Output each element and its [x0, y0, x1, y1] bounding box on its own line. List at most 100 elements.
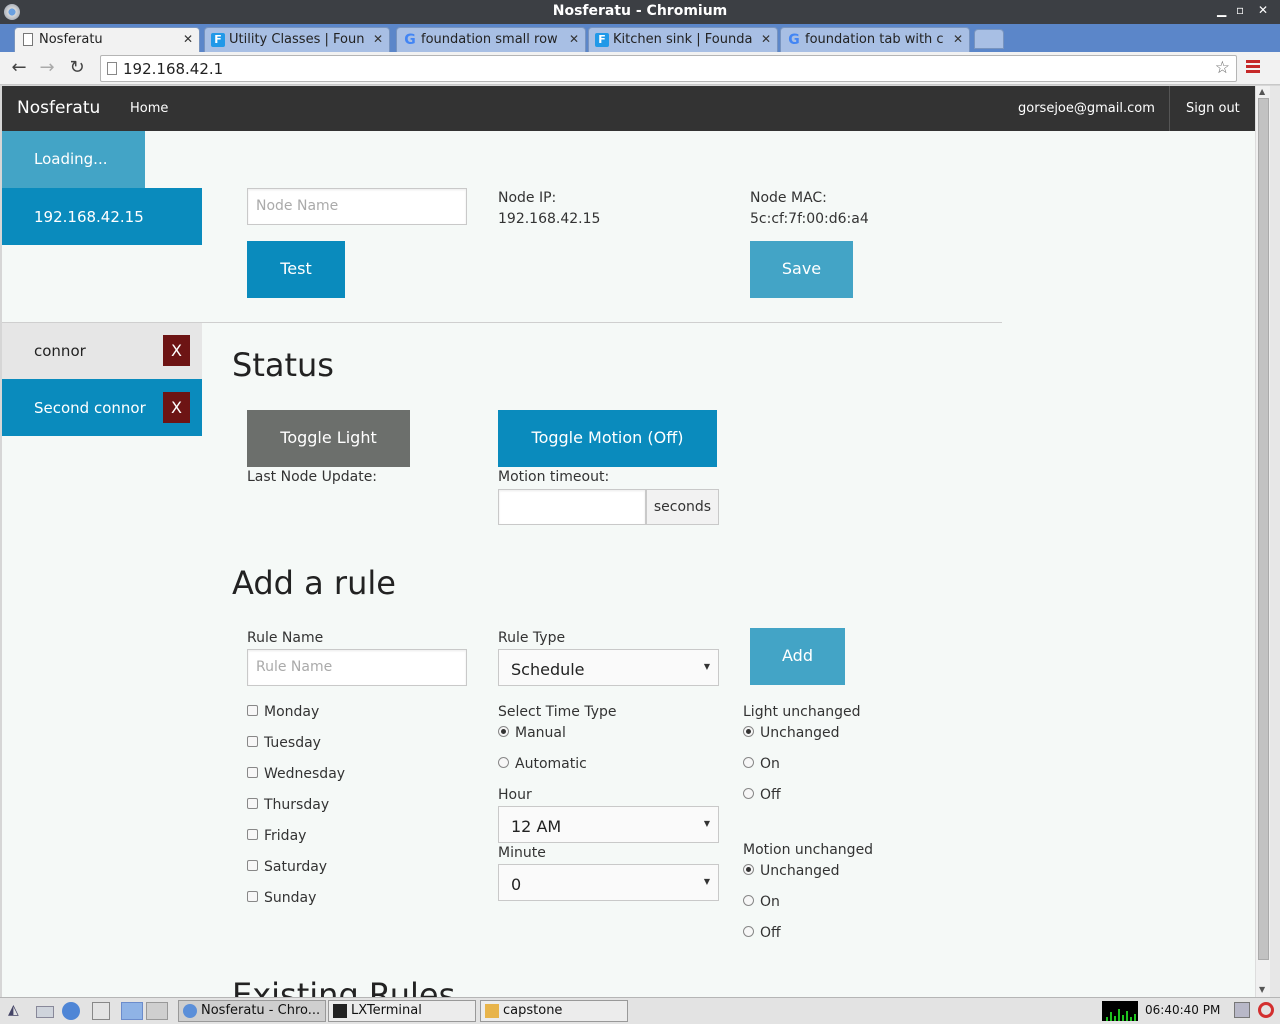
maximize-icon[interactable]: ▫ [1236, 3, 1244, 17]
sidebar-item-node[interactable]: 192.168.42.15 [2, 188, 202, 245]
tab-kitchen-sink[interactable]: F Kitchen sink | Founda ✕ [588, 27, 778, 52]
radio-light-off[interactable] [743, 788, 754, 799]
node-mac-value: 5c:cf:7f:00:d6:a4 [750, 211, 869, 227]
browser-launcher-icon[interactable] [62, 1002, 80, 1020]
tab-utility-classes[interactable]: F Utility Classes | Foun ✕ [204, 27, 390, 52]
sign-out-link[interactable]: Sign out [1186, 101, 1240, 116]
rule-type-select[interactable]: Schedule ▼ [498, 649, 719, 686]
checkbox-friday[interactable] [247, 829, 258, 840]
minimize-icon[interactable]: ▁ [1217, 3, 1226, 17]
close-tab-icon[interactable]: ✕ [183, 32, 193, 46]
close-window-icon[interactable]: ✕ [1258, 3, 1268, 17]
vertical-scrollbar[interactable]: ▲ ▼ [1255, 86, 1270, 997]
foundation-icon: F [595, 33, 609, 47]
light-option: On [760, 756, 780, 772]
close-tab-icon[interactable]: ✕ [373, 32, 383, 46]
chromium-icon [183, 1004, 197, 1018]
new-tab-button[interactable] [974, 29, 1004, 49]
motion-timeout-input[interactable] [498, 489, 646, 525]
light-label: Light unchanged [743, 704, 861, 720]
task-capstone[interactable]: capstone [480, 1000, 628, 1022]
minute-label: Minute [498, 845, 546, 861]
radio-motion-off[interactable] [743, 926, 754, 937]
day-label: Friday [264, 828, 307, 844]
terminal-launcher-icon[interactable] [36, 1006, 54, 1018]
motion-timeout-label: Motion timeout: [498, 469, 610, 485]
toggle-light-button[interactable]: Toggle Light [247, 410, 410, 467]
hour-select[interactable]: 12 AM ▼ [498, 806, 719, 843]
scrollbar-thumb[interactable] [1258, 98, 1269, 960]
close-tab-icon[interactable]: ✕ [761, 32, 771, 46]
rule-type-value: Schedule [511, 660, 585, 679]
chevron-down-icon: ▼ [703, 877, 710, 886]
scroll-up-icon[interactable]: ▲ [1259, 87, 1265, 96]
node-ip-value: 192.168.42.15 [498, 211, 601, 227]
day-label: Sunday [264, 890, 317, 906]
topbar-divider [1169, 86, 1170, 131]
windows-icon[interactable] [92, 1002, 110, 1020]
lock-screen-icon[interactable] [1234, 1002, 1250, 1018]
task-chromium[interactable]: Nosferatu - Chro... [178, 1000, 326, 1022]
node-name-input[interactable]: Node Name [247, 188, 467, 225]
tab-nosferatu[interactable]: Nosferatu ✕ [14, 27, 200, 52]
add-rule-button[interactable]: Add [750, 628, 845, 685]
task-label: LXTerminal [351, 1003, 422, 1018]
section-divider [2, 322, 1002, 323]
checkbox-monday[interactable] [247, 705, 258, 716]
google-icon: G [404, 32, 416, 48]
minute-select[interactable]: 0 ▼ [498, 864, 719, 901]
rule-name-input[interactable]: Rule Name [247, 649, 467, 686]
radio-manual[interactable] [498, 726, 509, 737]
reload-icon[interactable]: ↻ [66, 57, 88, 78]
existing-rules-heading: Existing Rules [232, 976, 456, 997]
home-link[interactable]: Home [130, 101, 168, 116]
browser-toolbar: ← → ↻ 192.168.42.1 ☆ [0, 52, 1280, 85]
radio-automatic[interactable] [498, 757, 509, 768]
bookmark-star-icon[interactable]: ☆ [1215, 58, 1230, 78]
radio-motion-unchanged[interactable] [743, 864, 754, 875]
checkbox-thursday[interactable] [247, 798, 258, 809]
scroll-down-icon[interactable]: ▼ [1259, 985, 1265, 994]
page-viewport: Nosferatu Home gorsejoe@gmail.com Sign o… [2, 86, 1255, 997]
user-email-link[interactable]: gorsejoe@gmail.com [1018, 101, 1155, 116]
task-lxterminal[interactable]: LXTerminal [328, 1000, 476, 1022]
test-button[interactable]: Test [247, 241, 345, 298]
close-tab-icon[interactable]: ✕ [569, 32, 579, 46]
delete-rule-button[interactable]: X [163, 335, 190, 366]
window-border [1270, 86, 1280, 997]
desktop-1-icon[interactable] [121, 1002, 143, 1020]
save-button[interactable]: Save [750, 241, 853, 298]
sidebar-rule-second-connor[interactable]: Second connor X [2, 379, 202, 436]
checkbox-saturday[interactable] [247, 860, 258, 871]
window-titlebar: Nosferatu - Chromium ▁ ▫ ✕ [0, 0, 1280, 24]
chrome-menu-icon[interactable] [1246, 60, 1260, 74]
address-bar[interactable]: 192.168.42.1 ☆ [100, 55, 1237, 82]
radio-light-unchanged[interactable] [743, 726, 754, 737]
day-label: Tuesday [264, 735, 321, 751]
desktop-2-icon[interactable] [146, 1002, 168, 1020]
radio-motion-on[interactable] [743, 895, 754, 906]
page-icon [107, 62, 117, 75]
close-tab-icon[interactable]: ✕ [953, 32, 963, 46]
brand-link[interactable]: Nosferatu [17, 98, 100, 118]
tab-foundation-tab[interactable]: G foundation tab with c ✕ [780, 27, 970, 52]
page-icon [23, 33, 33, 46]
checkbox-sunday[interactable] [247, 891, 258, 902]
forward-icon[interactable]: → [36, 57, 58, 78]
checkbox-wednesday[interactable] [247, 767, 258, 778]
checkbox-tuesday[interactable] [247, 736, 258, 747]
chevron-down-icon: ▼ [703, 819, 710, 828]
delete-rule-button[interactable]: X [163, 392, 190, 423]
sidebar-rule-connor[interactable]: connor X [2, 322, 202, 379]
power-icon[interactable] [1258, 1002, 1274, 1018]
start-menu-icon[interactable]: ◭ [8, 1002, 28, 1020]
task-label: capstone [503, 1003, 563, 1018]
toggle-motion-button[interactable]: Toggle Motion (Off) [498, 410, 717, 467]
clock: 06:40:40 PM [1145, 1003, 1221, 1017]
sidebar-rule-label: Second connor [34, 399, 146, 417]
back-icon[interactable]: ← [8, 57, 30, 78]
radio-light-on[interactable] [743, 757, 754, 768]
app-topbar: Nosferatu Home gorsejoe@gmail.com Sign o… [2, 86, 1255, 131]
hour-label: Hour [498, 787, 532, 803]
tab-foundation-small-row[interactable]: G foundation small row ✕ [396, 27, 586, 52]
